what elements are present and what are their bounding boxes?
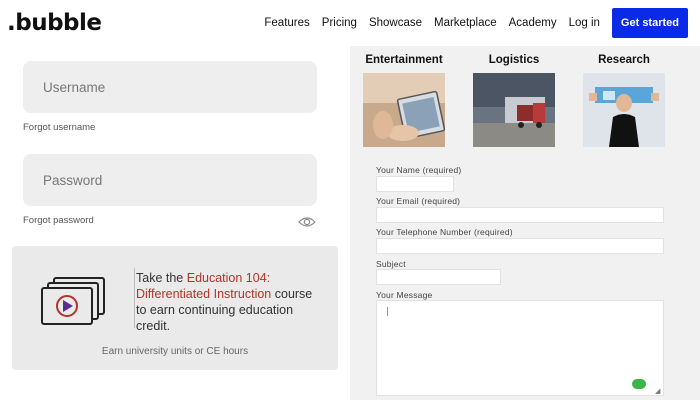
subject-input[interactable] [376,269,501,285]
nav-academy[interactable]: Academy [509,17,557,29]
username-input[interactable]: Username [23,61,317,113]
promo-footer: Earn university units or CE hours [101,346,249,357]
login-panel: Username Forgot username Password Forgot… [0,46,350,400]
nav-showcase[interactable]: Showcase [369,17,422,29]
subject-label: Subject [376,259,406,269]
promo-divider [134,268,135,328]
phone-label: Your Telephone Number (required) [376,227,513,237]
get-started-button[interactable]: Get started [611,8,688,38]
name-label: Your Name (required) [376,165,462,175]
bubble-logo[interactable]: .bubble [7,10,102,36]
entertainment-tablet-image[interactable] [363,73,445,147]
nav-features[interactable]: Features [264,17,309,29]
nav-pricing[interactable]: Pricing [322,17,357,29]
forgot-username-link[interactable]: Forgot username [23,122,95,133]
message-textarea[interactable] [376,300,664,396]
show-password-eye-icon[interactable] [298,216,316,228]
promo-message: Take the Education 104: Differentiated I… [136,270,316,334]
text-caret [387,307,388,316]
name-input[interactable] [376,176,454,192]
education-promo-card[interactable]: Take the Education 104: Differentiated I… [12,246,338,370]
username-placeholder: Username [43,79,106,95]
message-label: Your Message [376,290,433,300]
contact-panel: Entertainment Logistics Research Your Na… [350,46,700,400]
logistics-truck-image[interactable] [473,73,555,147]
category-entertainment-title: Entertainment [365,54,443,66]
email-input[interactable] [376,207,664,223]
grammar-check-icon[interactable] [632,379,646,389]
nav-login[interactable]: Log in [569,17,600,29]
phone-input[interactable] [376,238,664,254]
research-person-image[interactable] [583,73,665,147]
top-navigation: .bubble Features Pricing Showcase Market… [0,0,700,46]
forgot-password-link[interactable]: Forgot password [23,215,94,226]
promo-prefix: Take the [136,271,187,285]
video-course-icon [41,277,105,325]
password-placeholder: Password [43,172,103,188]
category-logistics-title: Logistics [488,54,540,66]
nav-menu: Features Pricing Showcase Marketplace Ac… [252,7,688,39]
category-research-title: Research [598,54,650,66]
email-label: Your Email (required) [376,196,461,206]
password-input[interactable]: Password [23,154,317,206]
nav-marketplace[interactable]: Marketplace [434,17,497,29]
resize-handle-icon[interactable]: ◢ [655,387,660,395]
